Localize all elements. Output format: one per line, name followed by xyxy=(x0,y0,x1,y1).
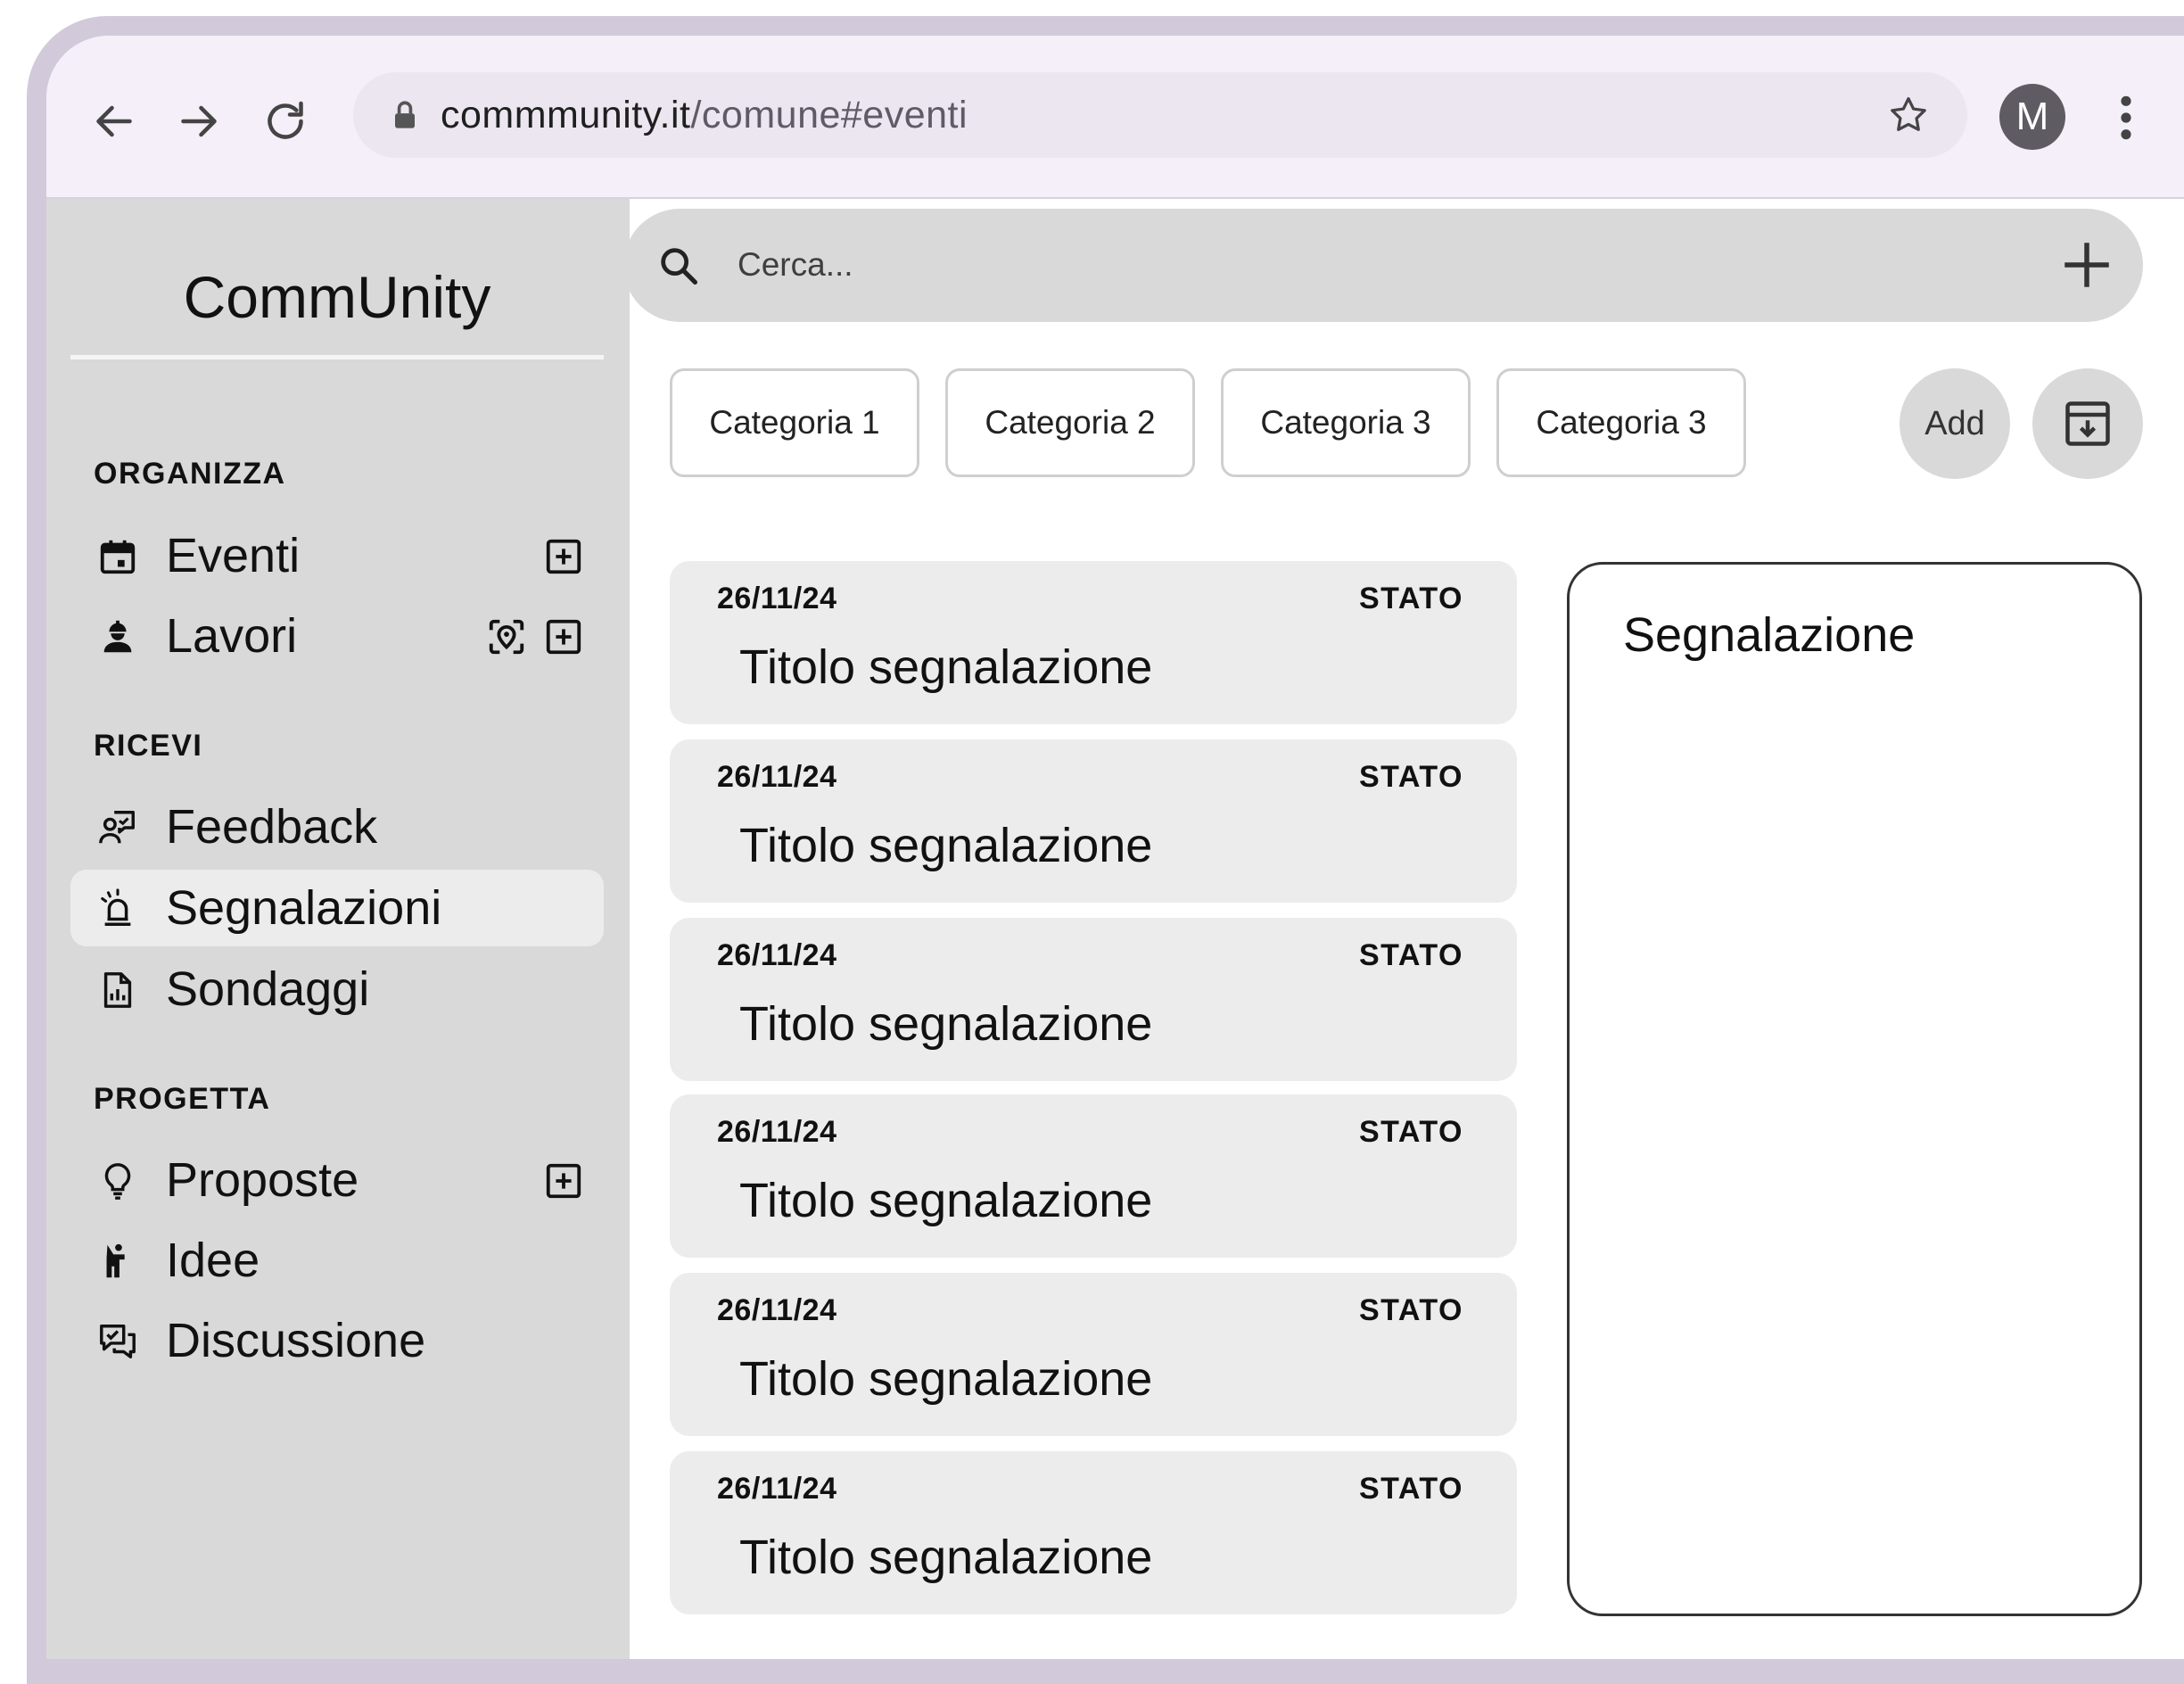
filter-chip[interactable]: Categoria 3 xyxy=(1496,368,1746,477)
url-host: commmunity.it xyxy=(441,94,691,136)
browser-toolbar: commmunity.it/comune#eventi M xyxy=(46,36,2184,199)
siren-icon xyxy=(101,888,131,926)
address-bar[interactable]: commmunity.it/comune#eventi xyxy=(353,72,1967,158)
report-status: STATO xyxy=(1358,1115,1463,1149)
report-card[interactable]: 26/11/24 STATO Titolo segnalazione xyxy=(670,739,1517,903)
report-card[interactable]: 26/11/24 STATO Titolo segnalazione xyxy=(670,918,1517,1081)
add-box-icon[interactable] xyxy=(543,616,584,657)
sidebar-item-label: Lavori xyxy=(166,609,298,663)
more-menu-icon[interactable] xyxy=(2117,93,2135,143)
sidebar-item-discussione[interactable]: Discussione xyxy=(70,1302,604,1379)
report-date: 26/11/24 xyxy=(717,582,837,615)
reload-button[interactable] xyxy=(259,95,312,148)
sidebar-item-label: Eventi xyxy=(166,529,301,582)
report-card[interactable]: 26/11/24 STATO Titolo segnalazione xyxy=(670,1273,1517,1436)
lock-icon xyxy=(395,101,415,128)
arrow-right-icon xyxy=(181,105,217,137)
worker-icon xyxy=(103,620,132,653)
chat-bubbles-icon xyxy=(100,1325,136,1358)
report-title: Titolo segnalazione xyxy=(739,1531,1153,1584)
detail-panel: Segnalazione xyxy=(1567,562,2142,1616)
report-title: Titolo segnalazione xyxy=(739,997,1153,1051)
report-card[interactable]: 26/11/24 STATO Titolo segnalazione xyxy=(670,561,1517,724)
search-icon xyxy=(661,248,698,285)
section-title-ricevi: RICEVI xyxy=(94,729,203,763)
lightbulb-icon xyxy=(104,1163,131,1200)
report-status: STATO xyxy=(1358,1293,1463,1327)
report-date: 26/11/24 xyxy=(717,1115,837,1149)
filter-chip[interactable]: Categoria 2 xyxy=(945,368,1195,477)
report-card[interactable]: 26/11/24 STATO Titolo segnalazione xyxy=(670,1451,1517,1614)
report-title: Titolo segnalazione xyxy=(739,640,1153,694)
filter-chip[interactable]: Categoria 3 xyxy=(1221,368,1471,477)
reload-icon xyxy=(268,101,303,139)
add-box-icon[interactable] xyxy=(543,1160,584,1201)
url-text: commmunity.it/comune#eventi xyxy=(441,92,968,138)
sidebar-item-idee[interactable]: Idee xyxy=(70,1222,604,1299)
bookmark-star-icon[interactable] xyxy=(1885,92,1932,138)
sidebar-item-label: Feedback xyxy=(166,800,378,854)
report-date: 26/11/24 xyxy=(717,1472,837,1506)
report-title: Titolo segnalazione xyxy=(739,819,1153,872)
url-path: /comune#eventi xyxy=(690,94,968,136)
sidebar-item-eventi[interactable]: Eventi xyxy=(70,517,604,594)
app-brand: CommUnity xyxy=(183,264,491,330)
forward-button[interactable] xyxy=(172,95,226,148)
sidebar-item-proposte[interactable]: Proposte xyxy=(70,1142,604,1218)
sidebar-item-label: Idee xyxy=(166,1234,260,1287)
section-title-organizza: ORGANIZZA xyxy=(94,457,286,491)
sidebar-item-label: Discussione xyxy=(166,1314,426,1367)
archive-download-icon xyxy=(2065,401,2110,446)
add-button[interactable]: Add xyxy=(1900,368,2010,479)
avatar[interactable]: M xyxy=(1999,84,2065,150)
add-box-icon[interactable] xyxy=(543,536,584,577)
sidebar-item-label: Sondaggi xyxy=(166,962,370,1016)
report-status: STATO xyxy=(1358,760,1463,794)
report-status: STATO xyxy=(1358,938,1463,972)
feedback-person-icon xyxy=(99,811,135,844)
sidebar-item-sondaggi[interactable]: Sondaggi xyxy=(70,951,604,1028)
location-scan-icon[interactable] xyxy=(486,616,527,657)
poll-document-icon xyxy=(103,972,132,1008)
search-bar[interactable]: Cerca... xyxy=(623,209,2143,322)
sidebar-item-label: Segnalazioni xyxy=(166,881,442,935)
sidebar-item-feedback[interactable]: Feedback xyxy=(70,788,604,865)
report-title: Titolo segnalazione xyxy=(739,1352,1153,1406)
report-title: Titolo segnalazione xyxy=(739,1174,1153,1227)
report-status: STATO xyxy=(1358,582,1463,615)
report-card[interactable]: 26/11/24 STATO Titolo segnalazione xyxy=(670,1094,1517,1258)
report-date: 26/11/24 xyxy=(717,760,837,794)
detail-title: Segnalazione xyxy=(1623,608,1916,662)
search-input[interactable]: Cerca... xyxy=(738,244,853,285)
report-date: 26/11/24 xyxy=(717,938,837,972)
back-button[interactable] xyxy=(87,95,141,148)
person-raising-hand-icon xyxy=(106,1243,125,1278)
report-status: STATO xyxy=(1358,1472,1463,1506)
sidebar: CommUnity ORGANIZZA Eventi Lavori RICEVI… xyxy=(46,199,630,1659)
archive-button[interactable] xyxy=(2032,368,2143,479)
brand-divider xyxy=(70,355,604,359)
calendar-icon xyxy=(100,540,136,574)
section-title-progetta: PROGETTA xyxy=(94,1082,271,1116)
filter-chip[interactable]: Categoria 1 xyxy=(670,368,919,477)
sidebar-item-lavori[interactable]: Lavori xyxy=(70,598,604,674)
sidebar-item-label: Proposte xyxy=(166,1153,359,1207)
report-date: 26/11/24 xyxy=(717,1293,837,1327)
sidebar-item-segnalazioni[interactable]: Segnalazioni xyxy=(70,870,604,946)
arrow-left-icon xyxy=(96,105,132,137)
plus-icon[interactable] xyxy=(2057,235,2116,294)
